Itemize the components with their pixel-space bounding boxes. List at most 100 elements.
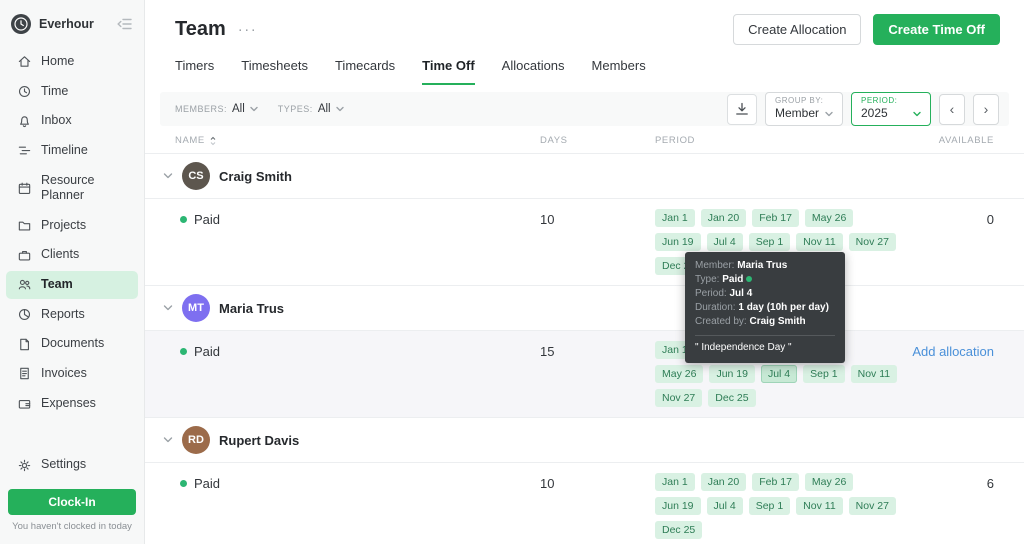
previous-period-button[interactable]: ‹ [939, 93, 965, 125]
clock-in-button[interactable]: Clock-In [8, 489, 136, 515]
collapse-group-icon[interactable] [163, 436, 173, 444]
download-icon [736, 102, 748, 115]
period-select[interactable]: PERIOD: 2025 [851, 92, 931, 126]
collapse-group-icon[interactable] [163, 304, 173, 312]
sidebar-item-timeline[interactable]: Timeline [6, 137, 138, 165]
more-options-icon[interactable]: ··· [238, 21, 258, 38]
period-chip[interactable]: Nov 11 [850, 365, 898, 383]
period-chip[interactable]: Feb 17 [752, 473, 799, 491]
tooltip-type-value: Paid [722, 274, 744, 285]
period-chip[interactable]: Jan 1 [655, 473, 695, 491]
period-chip[interactable]: Sep 1 [803, 365, 845, 383]
clients-icon [16, 248, 32, 263]
sidebar-item-expenses[interactable]: Expenses [6, 390, 138, 418]
period-chip[interactable]: Jun 19 [709, 365, 755, 383]
create-allocation-button[interactable]: Create Allocation [733, 14, 862, 45]
period-chip[interactable]: May 26 [655, 365, 704, 383]
member-group-header: CS Craig Smith [145, 154, 1024, 199]
tooltip-member-value: Maria Trus [737, 260, 788, 271]
filter-bar-right: GROUP BY: Member PERIOD: 2025 ‹ › [726, 92, 999, 126]
period-chip[interactable]: Nov 27 [848, 233, 896, 251]
sidebar-item-time[interactable]: Time [6, 78, 138, 106]
period-chip[interactable]: Jun 19 [655, 497, 701, 515]
period-chip[interactable]: Jul 4 [706, 233, 743, 251]
tooltip-period-value: Jul 4 [729, 288, 753, 299]
sidebar-item-label: Timeline [41, 142, 88, 157]
sidebar-item-resource-planner[interactable]: Resource Planner [6, 167, 138, 210]
sidebar-footer: Settings Clock-In You haven't clocked in… [0, 450, 144, 532]
period-chip[interactable]: Jan 20 [700, 473, 747, 491]
bell-icon [16, 114, 32, 129]
wallet-icon [16, 396, 32, 411]
invoice-icon [16, 366, 32, 381]
tooltip-divider [695, 335, 835, 336]
tooltip-created-by-value: Craig Smith [749, 316, 806, 327]
period-chip[interactable]: Jan 1 [655, 209, 695, 227]
available-value: 0 [986, 212, 994, 227]
tooltip-type-line: Type: Paid [695, 273, 835, 287]
period-chip[interactable]: Dec 25 [655, 521, 703, 539]
members-filter[interactable]: MEMBERS: All [175, 103, 258, 115]
everhour-logo-icon [10, 13, 32, 35]
period-chip[interactable]: Nov 27 [655, 389, 703, 407]
period-chip[interactable]: Sep 1 [748, 497, 791, 515]
tooltip-created-by-line: Created by: Craig Smith [695, 315, 835, 329]
period-chip[interactable]: Jan 20 [700, 209, 747, 227]
types-filter[interactable]: TYPES: All [278, 103, 344, 115]
days-value: 10 [540, 212, 555, 227]
tab-timers[interactable]: Timers [175, 58, 214, 85]
sort-icon [210, 136, 216, 145]
member-group-header: RD Rupert Davis [145, 418, 1024, 463]
period-chip[interactable]: May 26 [804, 209, 854, 227]
period-chip[interactable]: Jul 4 [706, 497, 743, 515]
sidebar-item-inbox[interactable]: Inbox [6, 107, 138, 135]
sidebar-item-home[interactable]: Home [6, 48, 138, 76]
column-header-name[interactable]: NAME [175, 135, 540, 146]
tab-timesheets[interactable]: Timesheets [241, 58, 308, 85]
time-off-tooltip: Member: Maria Trus Type: Paid Period: Ju… [685, 252, 845, 363]
create-time-off-button[interactable]: Create Time Off [873, 14, 1000, 45]
tab-members[interactable]: Members [592, 58, 646, 85]
sidebar-item-invoices[interactable]: Invoices [6, 360, 138, 388]
table-header-row: NAME DAYS PERIOD AVAILABLE [145, 126, 1024, 154]
period-chip[interactable]: Nov 27 [848, 497, 896, 515]
collapse-sidebar-icon[interactable] [115, 16, 134, 32]
sidebar-item-settings[interactable]: Settings [6, 451, 138, 479]
sidebar-item-team[interactable]: Team [6, 271, 138, 299]
add-allocation-link[interactable]: Add allocation [912, 344, 994, 359]
group-by-label: GROUP BY: [774, 96, 824, 105]
sidebar-item-clients[interactable]: Clients [6, 241, 138, 269]
time-off-type: Paid [175, 341, 540, 359]
tooltip-period-label: Period: [695, 288, 727, 299]
sidebar-item-reports[interactable]: Reports [6, 301, 138, 329]
download-button[interactable] [726, 93, 757, 125]
period-chip[interactable]: Nov 11 [796, 497, 843, 515]
available-value: 6 [986, 476, 994, 491]
group-by-select[interactable]: GROUP BY: Member [764, 92, 843, 126]
period-chip[interactable]: Dec 25 [708, 389, 756, 407]
period-chip[interactable]: Jun 19 [655, 233, 701, 251]
period-chip[interactable]: Feb 17 [752, 209, 799, 227]
sidebar-item-projects[interactable]: Projects [6, 212, 138, 240]
sidebar-item-label: Settings [41, 457, 87, 472]
period-chip[interactable]: Nov 11 [796, 233, 843, 251]
tab-timecards[interactable]: Timecards [335, 58, 395, 85]
tooltip-duration-label: Duration: [695, 302, 736, 313]
tab-allocations[interactable]: Allocations [502, 58, 565, 85]
collapse-group-icon[interactable] [163, 172, 173, 180]
period-chip[interactable]: Sep 1 [748, 233, 791, 251]
member-name: Maria Trus [219, 300, 285, 316]
tooltip-duration-value: 1 day (10h per day) [738, 302, 829, 313]
period-chip[interactable]: May 26 [804, 473, 854, 491]
next-period-button[interactable]: › [973, 93, 999, 125]
member-group-header: MT Maria Trus [145, 286, 1024, 331]
type-dot-icon [180, 348, 187, 355]
period-chip-hovered[interactable]: Jul 4 [760, 365, 798, 383]
sidebar-item-label: Resource Planner [41, 172, 95, 203]
time-off-row: Paid 10 Jan 1 Jan 20 Feb 17 May 26 Jun 1… [145, 463, 1024, 544]
tooltip-duration-line: Duration: 1 day (10h per day) [695, 301, 835, 315]
team-icon [16, 277, 32, 292]
sidebar-item-documents[interactable]: Documents [6, 330, 138, 358]
tab-time-off[interactable]: Time Off [422, 58, 475, 85]
tab-bar: Timers Timesheets Timecards Time Off All… [145, 45, 1024, 85]
